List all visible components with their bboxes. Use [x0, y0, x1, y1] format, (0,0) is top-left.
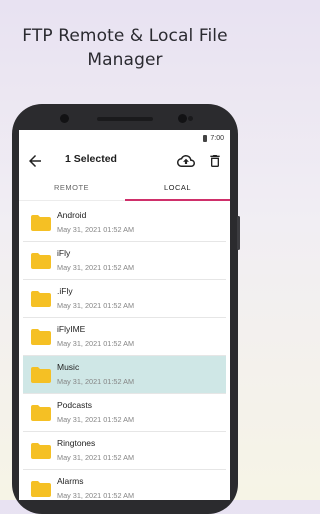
- folder-icon: [31, 481, 51, 497]
- phone-speaker: [97, 117, 153, 121]
- folder-icon: [31, 215, 51, 231]
- active-tab-indicator: [125, 199, 230, 201]
- list-item[interactable]: Alarms May 31, 2021 01:52 AM: [23, 470, 226, 500]
- file-name: Music: [57, 362, 80, 372]
- tab-local[interactable]: LOCAL: [125, 176, 230, 201]
- status-bar: 7:00: [19, 130, 230, 146]
- status-time: 7:00: [210, 134, 224, 142]
- tab-bar: REMOTE LOCAL: [19, 176, 230, 201]
- file-list: Android May 31, 2021 01:52 AM iFly May 3…: [23, 204, 226, 500]
- app-bar: 1 Selected: [19, 146, 230, 176]
- app-screen: 7:00 1 Selected REMOTE LOCAL Android May…: [19, 130, 230, 500]
- back-arrow-icon[interactable]: [26, 152, 44, 170]
- file-name: Ringtones: [57, 438, 96, 448]
- file-name: .iFly: [57, 286, 73, 296]
- file-name: Podcasts: [57, 400, 92, 410]
- tab-remote[interactable]: REMOTE: [19, 176, 124, 201]
- folder-icon: [31, 443, 51, 459]
- file-name: Android: [57, 210, 87, 220]
- file-date: May 31, 2021 01:52 AM: [57, 377, 135, 386]
- delete-icon[interactable]: [207, 152, 223, 170]
- proximity-sensor: [188, 116, 193, 121]
- phone-side-button: [237, 216, 240, 250]
- file-date: May 31, 2021 01:52 AM: [57, 225, 135, 234]
- folder-icon: [31, 291, 51, 307]
- file-name: iFlyIME: [57, 324, 86, 334]
- list-item[interactable]: iFlyIME May 31, 2021 01:52 AM: [23, 318, 226, 356]
- file-date: May 31, 2021 01:52 AM: [57, 453, 135, 462]
- file-date: May 31, 2021 01:52 AM: [57, 301, 135, 310]
- folder-icon: [31, 367, 51, 383]
- list-item[interactable]: Android May 31, 2021 01:52 AM: [23, 204, 226, 242]
- battery-icon: [203, 134, 208, 142]
- list-item[interactable]: iFly May 31, 2021 01:52 AM: [23, 242, 226, 280]
- list-item-selected[interactable]: Music May 31, 2021 01:52 AM: [23, 356, 226, 394]
- front-camera-icon: [60, 114, 69, 123]
- list-item[interactable]: Podcasts May 31, 2021 01:52 AM: [23, 394, 226, 432]
- file-date: May 31, 2021 01:52 AM: [57, 263, 135, 272]
- file-date: May 31, 2021 01:52 AM: [57, 415, 135, 424]
- promo-headline: FTP Remote & Local File Manager: [0, 24, 250, 72]
- file-date: May 31, 2021 01:52 AM: [57, 339, 135, 348]
- promo-headline-line2: Manager: [87, 50, 163, 70]
- selection-count-title: 1 Selected: [65, 153, 117, 165]
- file-date: May 31, 2021 01:52 AM: [57, 491, 135, 500]
- file-name: iFly: [57, 248, 71, 258]
- cloud-upload-icon[interactable]: [177, 152, 195, 170]
- folder-icon: [31, 329, 51, 345]
- folder-icon: [31, 253, 51, 269]
- list-item[interactable]: Ringtones May 31, 2021 01:52 AM: [23, 432, 226, 470]
- secondary-camera-icon: [178, 114, 187, 123]
- file-name: Alarms: [57, 476, 84, 486]
- promo-headline-line1: FTP Remote & Local File: [22, 26, 228, 46]
- list-item[interactable]: .iFly May 31, 2021 01:52 AM: [23, 280, 226, 318]
- folder-icon: [31, 405, 51, 421]
